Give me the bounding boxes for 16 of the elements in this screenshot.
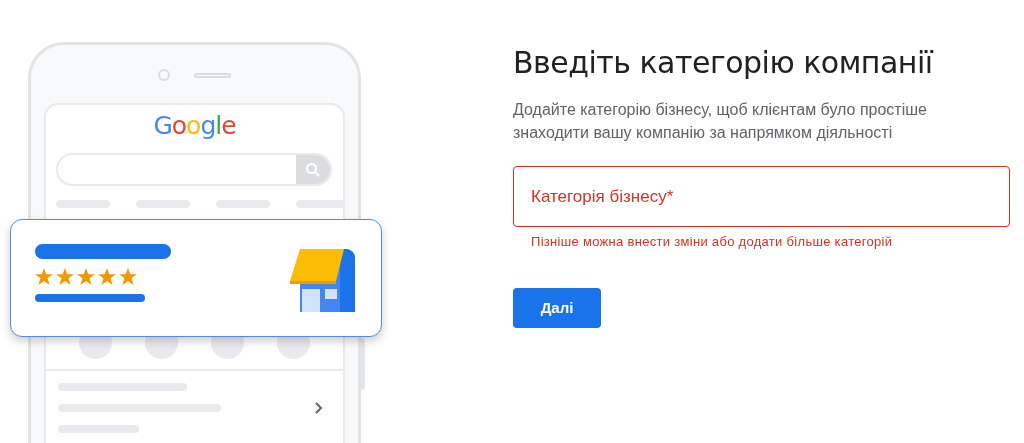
storefront-icon [290, 249, 355, 312]
camera-icon [158, 69, 170, 81]
description-text: Додайте категорію бізнесу, щоб клієнтам було простіше знаходити вашу компанію за напрямком діяльності [513, 100, 928, 143]
next-button[interactable]: Далі [513, 288, 601, 328]
chevron-right-icon [315, 402, 323, 414]
google-logo: Google [153, 111, 236, 141]
page-heading: Введіть категорію компанії [513, 44, 935, 82]
star-icon [56, 268, 74, 285]
star-icon [77, 268, 95, 285]
category-input-field[interactable]: Категорія бізнесу* [513, 166, 1010, 227]
search-icon [305, 161, 321, 178]
helper-text: Пізніше можна внести зміни або додати більше категорій [531, 234, 894, 250]
star-icon [35, 268, 53, 285]
speaker-icon [194, 72, 231, 78]
star-icon [119, 268, 137, 285]
star-icon [98, 268, 116, 285]
